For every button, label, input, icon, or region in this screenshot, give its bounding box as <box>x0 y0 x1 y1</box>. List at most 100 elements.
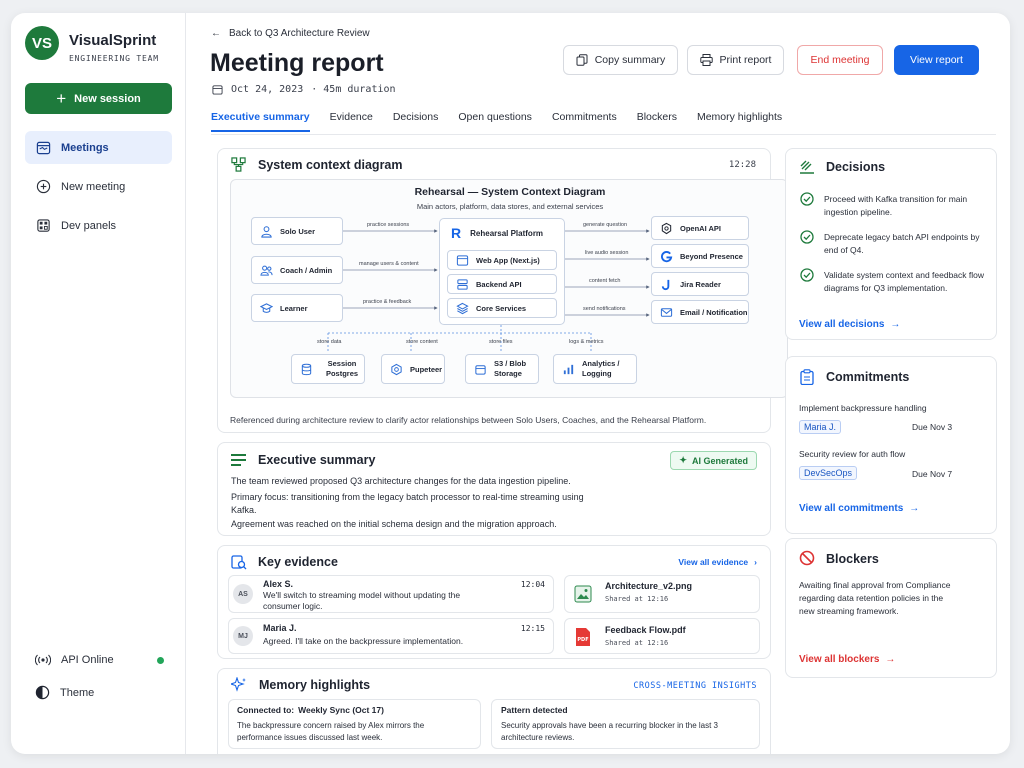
back-link[interactable]: ← Back to Q3 Architecture Review <box>211 28 370 39</box>
sidebar-item-dev-panels[interactable]: Dev panels <box>25 209 172 242</box>
copy-icon <box>576 54 588 66</box>
sidebar-item-meetings[interactable]: Meetings <box>25 131 172 164</box>
quote-author: Alex S. <box>263 579 294 589</box>
sidebar-item-label: Dev panels <box>61 219 117 232</box>
sidebar-item-label: Meetings <box>61 141 109 154</box>
tabs-divider <box>211 134 996 135</box>
view-all-commitments-link[interactable]: View all commitments → <box>799 503 919 514</box>
user-icon <box>261 225 272 238</box>
printer-icon <box>699 54 713 66</box>
node-label: OpenAI API <box>680 223 721 233</box>
diagram-caption: Referenced during architecture review to… <box>230 415 707 425</box>
commitment-due: Due Nov 3 <box>912 422 953 432</box>
mail-icon <box>660 307 673 317</box>
layers-icon <box>456 302 469 314</box>
bar-chart-icon <box>563 364 574 374</box>
edge-label: store content <box>406 339 438 345</box>
decisions-icon <box>800 160 814 174</box>
node-label: Coach / Admin <box>280 265 333 275</box>
commitments-card: Commitments Implement backpressure handl… <box>785 356 997 534</box>
owner-chip[interactable]: DevSecOps <box>799 466 858 480</box>
quote-text: Agreed. I'll take on the backpressure im… <box>263 636 464 646</box>
diagram-platform-title: R Rehearsal Platform <box>451 225 543 241</box>
memory-item[interactable]: Pattern detected Security approvals have… <box>491 699 760 749</box>
evidence-file[interactable]: PDF Feedback Flow.pdf Shared at 12:16 <box>564 618 760 654</box>
page-title: Meeting report <box>210 49 384 77</box>
edge-label: logs & metrics <box>569 339 604 345</box>
memory-prefix: Connected to: <box>237 705 295 715</box>
edge-label: live audio session <box>585 250 629 256</box>
blocker-text: Awaiting final approval from Compliance … <box>799 580 951 616</box>
tab-memory-highlights[interactable]: Memory highlights <box>697 111 782 132</box>
memory-title: Weekly Sync (Oct 17) <box>298 705 384 715</box>
meeting-duration: · 45m duration <box>311 84 396 95</box>
server-icon <box>457 278 468 290</box>
commitments-card-title: Commitments <box>826 370 910 384</box>
plus-icon: + <box>56 89 67 108</box>
file-shared-time: Shared at 12:16 <box>605 595 669 603</box>
node-label: Backend API <box>476 279 522 289</box>
sidebar: VS VisualSprint ENGINEERING TEAM + New s… <box>11 13 186 754</box>
copy-summary-button[interactable]: Copy summary <box>563 45 678 75</box>
edge-label: send notifications <box>583 306 626 312</box>
sidebar-item-new-meeting[interactable]: New meeting <box>25 170 172 203</box>
image-file-icon <box>574 585 592 603</box>
badge-label: AI Generated <box>691 455 748 466</box>
tab-executive-summary[interactable]: Executive summary <box>211 111 310 132</box>
diagram-node-pupeteer: Pupeteer <box>381 354 445 384</box>
diagram-node-core-services: Core Services <box>447 298 557 318</box>
edge-label: store files <box>489 339 513 345</box>
diagram-node-coach-admin: Coach / Admin <box>251 256 343 284</box>
tab-evidence[interactable]: Evidence <box>330 111 373 132</box>
memory-item[interactable]: Connected to: Weekly Sync (Oct 17) The b… <box>228 699 481 749</box>
diagram-node-web-app: Web App (Next.js) <box>447 250 557 270</box>
end-meeting-button[interactable]: End meeting <box>797 45 883 75</box>
print-report-button[interactable]: Print report <box>687 45 784 75</box>
end-meeting-label: End meeting <box>810 54 870 66</box>
node-label: Analytics / Logging <box>582 359 620 378</box>
meeting-meta: Oct 24, 2023 · 45m duration <box>212 84 396 95</box>
users-icon <box>260 265 273 276</box>
plus-circle-icon <box>36 179 51 194</box>
tab-blockers[interactable]: Blockers <box>637 111 677 132</box>
theme-toggle[interactable]: Theme <box>35 685 94 700</box>
brand-name: VisualSprint <box>69 32 157 49</box>
clipboard-icon <box>800 369 814 385</box>
evidence-quote[interactable]: AS Alex S. 12:04 We'll switch to streami… <box>228 575 554 613</box>
node-label: Solo User <box>280 226 316 236</box>
view-report-button[interactable]: View report <box>894 45 979 75</box>
node-label: Jira Reader <box>680 279 721 289</box>
edge-label: practice & feedback <box>363 299 412 305</box>
node-label: Learner <box>280 303 308 313</box>
link-label: View all evidence <box>678 557 749 567</box>
view-all-evidence-link[interactable]: View all evidence › <box>678 557 757 567</box>
quote-time: 12:15 <box>520 624 545 633</box>
tab-open-questions[interactable]: Open questions <box>458 111 532 132</box>
broadcast-icon <box>35 654 51 666</box>
key-evidence-card: Key evidence View all evidence › AS Alex… <box>217 545 771 659</box>
tab-decisions[interactable]: Decisions <box>393 111 439 132</box>
memory-highlights-card: Memory highlights CROSS-MEETING INSIGHTS… <box>217 668 771 754</box>
view-all-decisions-link[interactable]: View all decisions → <box>799 319 900 330</box>
owner-chip[interactable]: Maria J. <box>799 420 842 434</box>
diagram-node-s3-storage: S3 / Blob Storage <box>465 354 539 384</box>
link-label: View all blockers <box>799 654 880 665</box>
status-dot <box>157 657 164 664</box>
node-label: Email / Notification <box>680 307 748 317</box>
theme-icon <box>35 685 50 700</box>
file-shared-time: Shared at 12:16 <box>605 639 669 647</box>
tab-commitments[interactable]: Commitments <box>552 111 617 132</box>
avatar: MJ <box>233 626 253 646</box>
pdf-file-icon: PDF <box>576 628 590 646</box>
diagram-node-learner: Learner <box>251 294 343 322</box>
new-session-button[interactable]: + New session <box>25 83 172 114</box>
commitment-task: Security review for auth flow <box>799 449 906 459</box>
diagram-node-jira: Jira Reader <box>651 272 749 296</box>
evidence-quote[interactable]: MJ Maria J. 12:15 Agreed. I'll take on t… <box>228 618 554 654</box>
cross-meeting-tag: CROSS-MEETING INSIGHTS <box>633 681 757 691</box>
svg-text:PDF: PDF <box>577 637 588 643</box>
theme-label: Theme <box>60 686 95 699</box>
evidence-file[interactable]: Architecture_v2.png Shared at 12:16 <box>564 575 760 613</box>
app-window: VS VisualSprint ENGINEERING TEAM + New s… <box>11 13 1010 754</box>
view-all-blockers-link[interactable]: View all blockers → <box>799 654 895 665</box>
